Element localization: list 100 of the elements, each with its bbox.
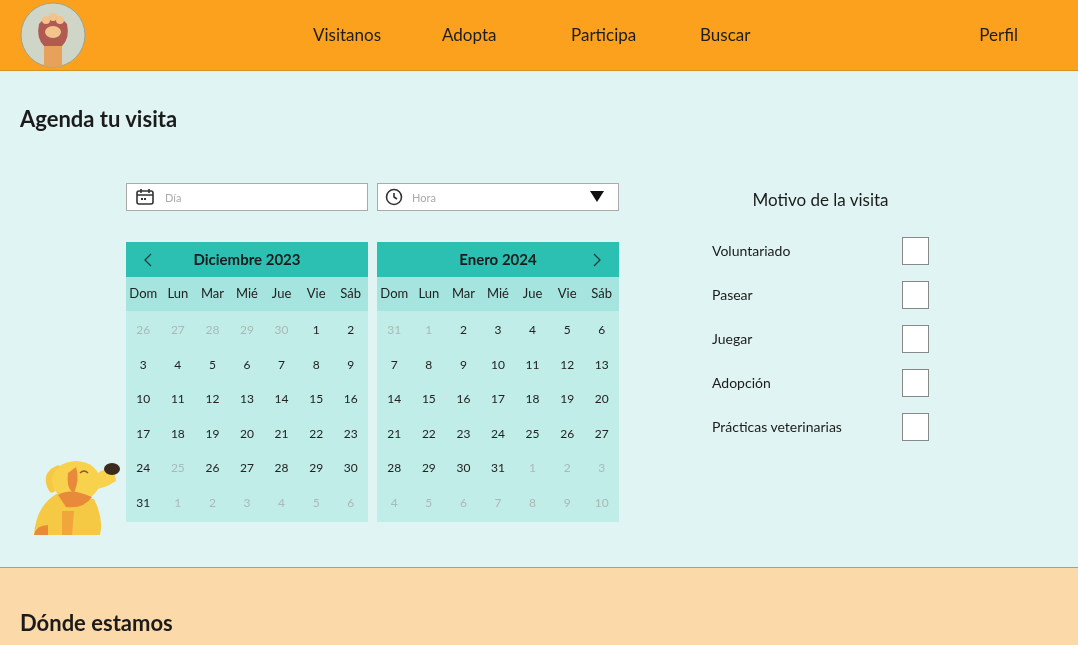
day-cell[interactable]: 13 xyxy=(240,390,254,409)
chevron-right-icon[interactable] xyxy=(593,252,601,267)
day-cell[interactable]: 8 xyxy=(425,355,433,374)
month-title: Diciembre 2023 xyxy=(192,249,302,271)
day-cell[interactable]: 4 xyxy=(174,355,182,374)
weekday-label: Dom xyxy=(379,284,410,304)
day-cell[interactable]: 20 xyxy=(240,424,254,443)
day-cell[interactable]: 26 xyxy=(205,459,220,478)
clock-icon xyxy=(385,188,403,206)
weekday-label: Mar xyxy=(450,284,476,304)
day-cell[interactable]: 11 xyxy=(170,390,185,409)
weekday-label: Mié xyxy=(235,284,259,304)
day-cell[interactable]: 6 xyxy=(598,321,606,340)
weekday-label: Lun xyxy=(166,284,190,304)
paw-logo[interactable] xyxy=(20,2,86,68)
day-cell[interactable]: 2 xyxy=(347,321,355,340)
weekday-label: Vie xyxy=(305,284,327,304)
nav-link[interactable]: Buscar xyxy=(700,22,829,48)
day-cell[interactable]: 25 xyxy=(525,424,540,443)
day-cell[interactable]: 29 xyxy=(421,459,436,478)
day-cell[interactable]: 10 xyxy=(491,355,505,374)
day-cell[interactable]: 16 xyxy=(343,390,358,409)
checkbox[interactable] xyxy=(902,280,929,309)
day-cell[interactable]: 17 xyxy=(136,424,151,443)
day-cell[interactable]: 1 xyxy=(312,321,320,340)
day-cell[interactable]: 19 xyxy=(205,424,220,443)
day-cell[interactable]: 27 xyxy=(594,424,609,443)
profile-link[interactable]: Perfil xyxy=(979,22,1018,48)
checkbox[interactable] xyxy=(902,236,929,265)
day-cell[interactable]: 10 xyxy=(136,390,151,409)
day-cell[interactable]: 11 xyxy=(525,355,540,374)
weekday-label: Jue xyxy=(521,284,544,304)
day-cell[interactable]: 22 xyxy=(309,424,324,443)
checkbox-label: Juegar xyxy=(712,329,753,349)
time-dropdown[interactable]: Hora xyxy=(377,183,619,211)
day-cell[interactable]: 15 xyxy=(309,390,324,409)
day-cell[interactable]: 14 xyxy=(387,390,402,409)
day-cell[interactable]: 21 xyxy=(387,424,402,443)
day-cell[interactable]: 16 xyxy=(456,390,471,409)
day-cell[interactable]: 30 xyxy=(456,459,471,478)
day-cell[interactable]: 28 xyxy=(274,459,289,478)
day-cell[interactable]: 17 xyxy=(491,390,505,409)
day-cell[interactable]: 7 xyxy=(390,355,398,374)
section-heading: Dónde estamos xyxy=(20,608,174,638)
nav-link[interactable]: Visitanos xyxy=(313,22,442,48)
weekday-label: Mié xyxy=(486,284,510,304)
day-cell[interactable]: 5 xyxy=(208,355,216,374)
day-cell[interactable]: 20 xyxy=(594,390,609,409)
day-cell[interactable]: 21 xyxy=(274,424,289,443)
calendar-icon xyxy=(136,188,154,205)
day-field[interactable]: Día xyxy=(126,183,368,211)
checkbox-label: Pasear xyxy=(712,285,753,305)
day-cell[interactable]: 27 xyxy=(240,459,254,478)
day-cell[interactable]: 3 xyxy=(139,355,147,374)
day-cell[interactable]: 24 xyxy=(136,459,151,478)
day-cell[interactable]: 12 xyxy=(560,355,575,374)
day-cell[interactable]: 7 xyxy=(278,355,286,374)
weekday-label: Vie xyxy=(556,284,578,304)
checkbox-label: Voluntariado xyxy=(712,241,791,261)
day-cell[interactable]: 4 xyxy=(529,321,537,340)
checkbox[interactable] xyxy=(902,368,929,397)
day-cell[interactable]: 9 xyxy=(347,355,355,374)
day-cell[interactable]: 23 xyxy=(456,424,471,443)
day-cell[interactable]: 12 xyxy=(205,390,220,409)
checkbox[interactable] xyxy=(902,324,929,353)
day-cell[interactable]: 28 xyxy=(387,459,402,478)
day-cell[interactable]: 18 xyxy=(170,424,185,443)
checkbox-label: Adopción xyxy=(712,373,771,393)
day-cell[interactable]: 9 xyxy=(459,355,467,374)
day-cell[interactable]: 6 xyxy=(243,355,251,374)
day-cell[interactable]: 19 xyxy=(560,390,575,409)
checkbox[interactable] xyxy=(902,412,929,441)
day-cell[interactable]: 15 xyxy=(421,390,436,409)
day-cell[interactable]: 26 xyxy=(560,424,575,443)
weekday-label: Lun xyxy=(417,284,441,304)
page-title: Agenda tu visita xyxy=(20,104,179,134)
day-cell[interactable]: 8 xyxy=(312,355,320,374)
day-cell[interactable]: 31 xyxy=(491,459,505,478)
month-title: Enero 2024 xyxy=(458,249,538,271)
day-cell[interactable]: 13 xyxy=(594,355,609,374)
day-cell[interactable]: 18 xyxy=(525,390,540,409)
day-cell[interactable]: 3 xyxy=(494,321,502,340)
day-cell[interactable]: 24 xyxy=(491,424,505,443)
day-cell[interactable]: 30 xyxy=(343,459,358,478)
day-cell[interactable]: 5 xyxy=(563,321,571,340)
checkbox-label: Prácticas veterinarias xyxy=(712,417,842,437)
day-cell[interactable]: 23 xyxy=(343,424,358,443)
day-cell[interactable]: 22 xyxy=(421,424,436,443)
weekday-label: Sáb xyxy=(339,284,363,304)
weekday-label: Dom xyxy=(128,284,159,304)
chevron-left-icon[interactable] xyxy=(144,252,152,267)
day-cell[interactable]: 29 xyxy=(309,459,324,478)
weekday-label: Mar xyxy=(199,284,225,304)
nav-link[interactable]: Participa xyxy=(571,22,700,48)
weekday-label: Sáb xyxy=(590,284,614,304)
caret-down-icon xyxy=(590,191,604,202)
day-cell[interactable]: 31 xyxy=(136,493,151,512)
day-cell[interactable]: 14 xyxy=(274,390,289,409)
day-cell[interactable]: 2 xyxy=(459,321,467,340)
nav-link[interactable]: Adopta xyxy=(442,22,571,48)
